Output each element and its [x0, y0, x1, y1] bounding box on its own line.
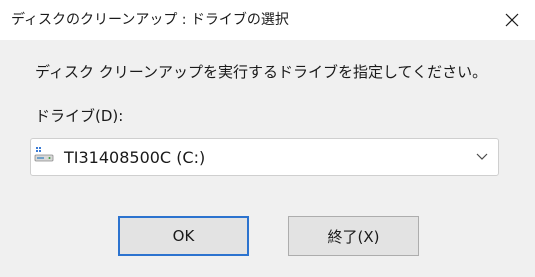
title-bar: ディスクのクリーンアップ : ドライブの選択 [0, 0, 535, 40]
drive-selection-dialog: ディスクのクリーンアップ : ドライブの選択 ディスク クリーンアップを実行する… [0, 0, 535, 277]
drive-label: ドライブ(D): [35, 107, 124, 125]
dialog-content: ディスク クリーンアップを実行するドライブを指定してください。 ドライブ(D):… [0, 40, 535, 277]
close-button[interactable] [489, 0, 535, 40]
instruction-text: ディスク クリーンアップを実行するドライブを指定してください。 [35, 63, 488, 81]
drive-selected-value: TI31408500C (C:) [64, 148, 206, 167]
close-icon [505, 13, 519, 27]
window-title: ディスクのクリーンアップ : ドライブの選択 [11, 12, 289, 28]
drive-icon [34, 147, 54, 162]
ok-button[interactable]: OK [118, 216, 249, 256]
chevron-down-icon [476, 153, 488, 160]
exit-button[interactable]: 終了(X) [288, 216, 419, 256]
drive-dropdown[interactable]: TI31408500C (C:) [30, 138, 499, 176]
